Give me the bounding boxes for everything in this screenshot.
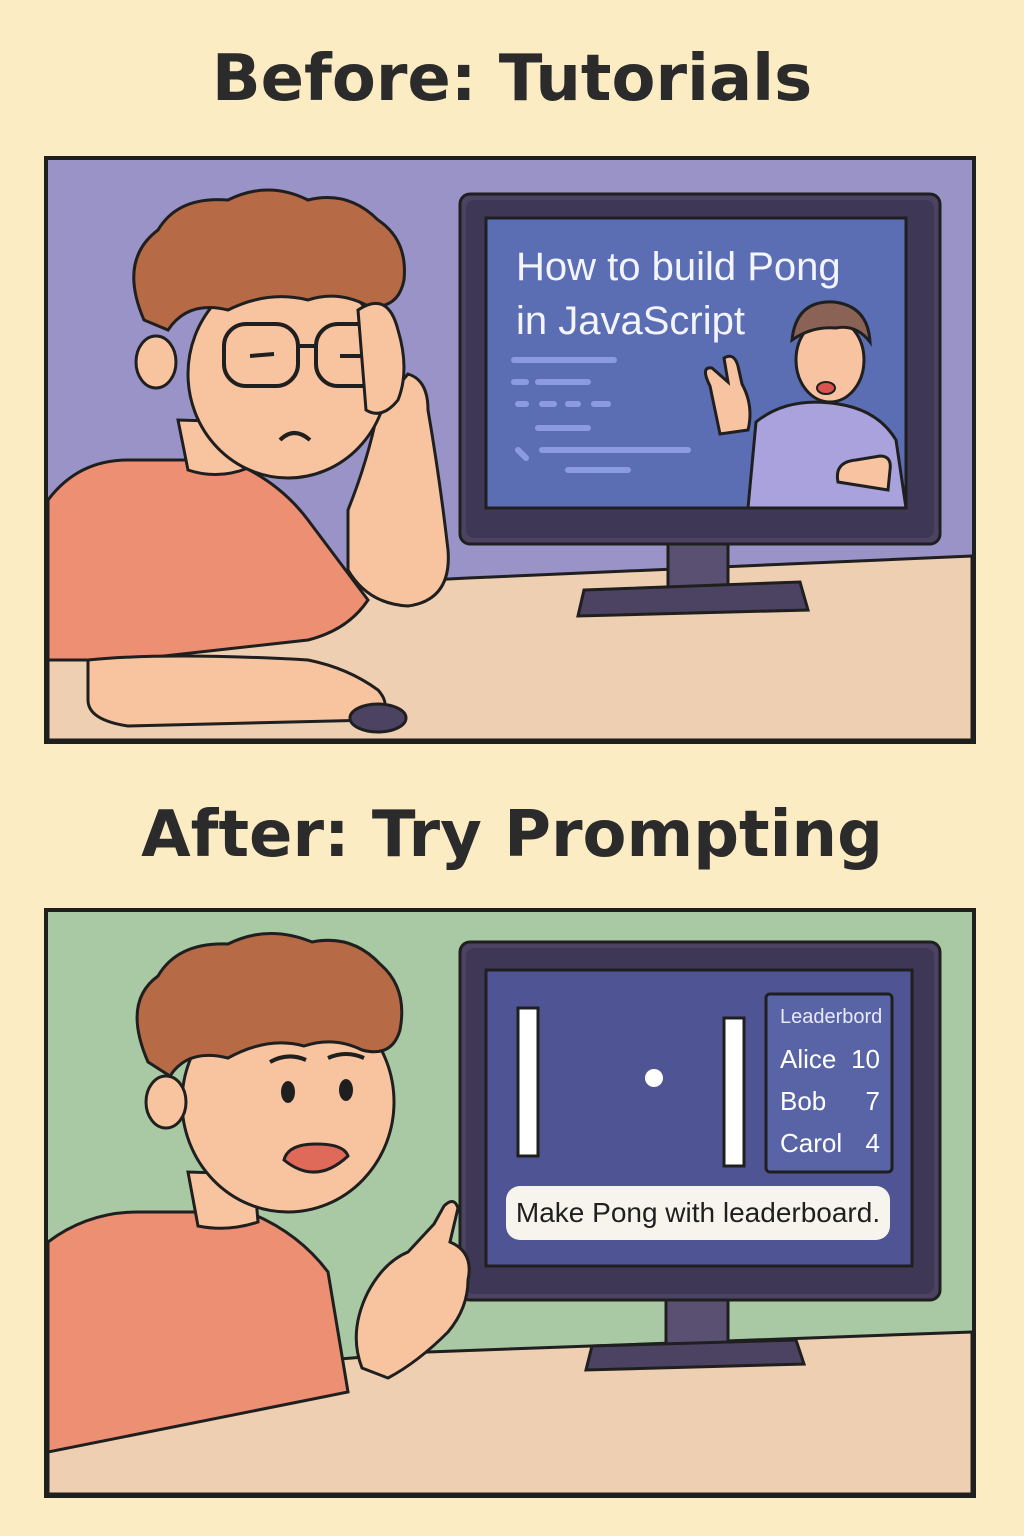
leaderboard-name: Alice (780, 1044, 837, 1074)
before-heading: Before: Tutorials (211, 42, 813, 116)
leaderboard-name: Carol (780, 1128, 843, 1158)
before-panel: How to build Pong in JavaScript (44, 156, 976, 744)
after-panel: Leaderbord Alice 10 Bob 7 Carol 4 Make P… (44, 908, 976, 1498)
leaderboard-row: Bob 7 (780, 1086, 880, 1117)
prompt-input[interactable]: Make Pong with leaderboard. (506, 1186, 890, 1240)
leaderboard-score: 10 (851, 1044, 880, 1074)
after-heading: After: Try Prompting (141, 798, 883, 872)
pong-ball-icon (645, 1069, 663, 1087)
paddle-icon (722, 1016, 746, 1168)
leaderboard-row: Carol 4 (780, 1128, 880, 1159)
leaderboard-row: Alice 10 (780, 1044, 880, 1075)
leaderboard-score: 4 (865, 1128, 880, 1158)
tutorial-title-line1: How to build Pong (516, 245, 841, 289)
paddle-icon (516, 1006, 540, 1158)
leaderboard-title: Leaderbord (780, 1006, 883, 1028)
tutorial-title-line2: in JavaScript (516, 299, 745, 343)
tutorial-title: How to build Pong in JavaScript (516, 240, 896, 348)
leaderboard-score: 7 (865, 1086, 880, 1116)
leaderboard-name: Bob (780, 1086, 827, 1116)
